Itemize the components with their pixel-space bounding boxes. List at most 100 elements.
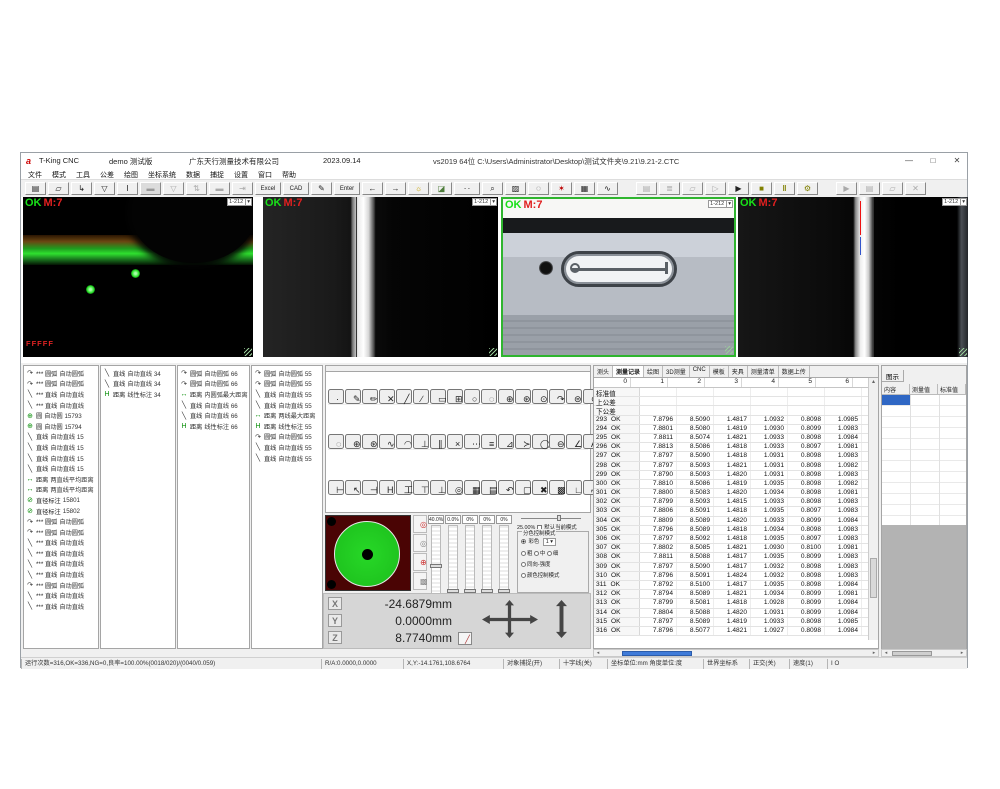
hatch-pattern-button[interactable]: ▨ xyxy=(505,182,526,195)
circle-item[interactable]: ⊕圆自动圆 15794 xyxy=(24,421,98,432)
column-header[interactable]: 6 xyxy=(816,378,853,387)
joystick-center[interactable] xyxy=(362,549,373,560)
measure-tool-icon[interactable]: ⊥ xyxy=(413,434,429,449)
curve-button[interactable]: ∿ xyxy=(597,182,618,195)
menu-item[interactable]: 窗口 xyxy=(258,170,272,179)
camera-view-2[interactable]: OKM:7 1-212▾ xyxy=(263,197,498,357)
measurement-row[interactable]: 302OK 7.8799 8.5093 1.4815 1.0933 0.8098… xyxy=(594,498,878,507)
lasso-button[interactable]: ◌ xyxy=(528,182,549,195)
measurement-row[interactable]: 313OK 7.8799 8.5081 1.4818 1.0928 0.8099… xyxy=(594,599,878,608)
slider-track[interactable] xyxy=(465,525,475,595)
menu-item[interactable]: 文件 xyxy=(28,170,42,179)
measure-tool-icon[interactable]: ⊣ xyxy=(362,480,378,495)
linear-dim-item[interactable]: H距离线性标注 55 xyxy=(252,421,322,432)
save-run-button[interactable]: ▤ xyxy=(636,182,657,195)
line-item[interactable]: ╲直线自动直线 55 xyxy=(252,389,322,400)
stop-button[interactable]: ■ xyxy=(751,182,772,195)
move-right-button[interactable]: ⇥ xyxy=(232,182,253,195)
measure-tool-icon[interactable]: ⊕ xyxy=(345,434,361,449)
image-view-button[interactable]: ◪ xyxy=(431,182,452,195)
tolerance-row[interactable]: 上公差 xyxy=(594,397,878,406)
measurement-row[interactable]: 311OK 7.8792 8.5100 1.4817 1.0935 0.8098… xyxy=(594,581,878,590)
level-mid-radio[interactable] xyxy=(534,551,539,556)
distance-item[interactable]: ↔距离两直线平均距离 xyxy=(24,474,98,485)
edge-probe-button[interactable]: I xyxy=(117,182,138,195)
surface-light-icon[interactable]: ▩ xyxy=(413,572,427,590)
tab-3d[interactable]: 3D测量 xyxy=(663,366,690,377)
color-radio[interactable] xyxy=(521,539,526,544)
lens-select-dropdown[interactable]: 1-212▾ xyxy=(942,198,967,206)
measure-tool-icon[interactable]: ∟ xyxy=(566,480,582,495)
open-report-button[interactable]: ▱ xyxy=(882,182,903,195)
scrollbar-thumb[interactable] xyxy=(622,651,692,656)
selected-cell[interactable] xyxy=(882,395,910,405)
menu-item[interactable]: 公差 xyxy=(100,170,114,179)
magnifier-button[interactable]: ⌕ xyxy=(482,182,503,195)
column-header[interactable]: 1 xyxy=(631,378,668,387)
cut-button[interactable]: ✕ xyxy=(905,182,926,195)
menu-item[interactable]: 绘图 xyxy=(124,170,138,179)
measure-tool-icon[interactable]: ▩ xyxy=(549,480,565,495)
measurement-row[interactable]: 306OK 7.8797 8.5092 1.4818 1.0935 0.8097… xyxy=(594,535,878,544)
channel-select-dropdown[interactable]: 1 ▾ xyxy=(543,538,556,546)
minus-minus-button[interactable]: - - xyxy=(454,182,480,195)
measurement-row[interactable]: 300OK 7.8810 8.5086 1.4819 1.0935 0.8098… xyxy=(594,480,878,489)
light-slider[interactable]: 0.0% xyxy=(445,515,461,595)
measure-tool-icon[interactable]: ◌ xyxy=(328,434,344,449)
tab-fixture[interactable]: 夹具 xyxy=(729,366,748,377)
measure-tool-icon[interactable]: ∥ xyxy=(430,434,446,449)
camera-view-3-active[interactable]: OKM:7 1-212▾ xyxy=(501,197,736,357)
tab-probe[interactable]: 测头 xyxy=(594,366,613,377)
play-to-end-button[interactable]: ▶ xyxy=(728,182,749,195)
measure-tool-icon[interactable]: ○ xyxy=(464,389,480,404)
tab-illustration[interactable]: 图示 xyxy=(882,370,904,382)
resize-grip[interactable] xyxy=(725,346,733,354)
measurement-row[interactable]: 294OK 7.8801 8.5080 1.4819 1.0930 0.8099… xyxy=(594,425,878,434)
line-item[interactable]: ╲直线自动直线 66 xyxy=(178,410,249,421)
excel-export-button[interactable]: Excel xyxy=(255,182,281,195)
measure-tool-icon[interactable]: ⊿ xyxy=(498,434,514,449)
distance-item[interactable]: ↔距离内圆弧最大距离 xyxy=(178,389,249,400)
open-run-button[interactable]: ▱ xyxy=(682,182,703,195)
measurement-row[interactable]: 315OK 7.8797 8.5089 1.4819 1.0933 0.8098… xyxy=(594,618,878,627)
z-updown-button[interactable]: ⇅ xyxy=(186,182,207,195)
arc-item[interactable]: ↷*** 圆弧自动圆弧 xyxy=(24,379,98,390)
enter-button[interactable]: Enter xyxy=(334,182,360,195)
line-item[interactable]: ╲直线自动直线 55 xyxy=(252,400,322,411)
measurement-row[interactable]: 305OK 7.8796 8.5089 1.4818 1.0934 0.8098… xyxy=(594,526,878,535)
measure-tool-icon[interactable]: × xyxy=(447,434,463,449)
arc-item[interactable]: ↷圆弧自动圆弧 55 xyxy=(252,379,322,390)
xy-joystick[interactable] xyxy=(325,515,411,591)
dither-button[interactable]: ▦ xyxy=(574,182,595,195)
measure-tool-icon[interactable]: ◯ xyxy=(532,434,548,449)
measure-tool-icon[interactable]: ▭ xyxy=(430,389,446,404)
line-item[interactable]: ╲直线自动直线 15 xyxy=(24,432,98,443)
measure-tool-icon[interactable]: ⊕ xyxy=(498,389,514,404)
menu-item[interactable]: 设置 xyxy=(234,170,248,179)
level-fine-radio[interactable] xyxy=(547,551,552,556)
minimize-button[interactable]: — xyxy=(901,156,917,169)
line-item[interactable]: ╲*** 直线自动直线 xyxy=(24,590,98,601)
measure-tool-icon[interactable]: ⊞ xyxy=(447,389,463,404)
column-header[interactable]: 4 xyxy=(742,378,779,387)
measure-tool-icon[interactable]: ⊥ xyxy=(430,480,446,495)
measure-tool-icon[interactable]: ⊖ xyxy=(549,434,565,449)
tab-record[interactable]: 测量记录 xyxy=(613,366,644,377)
level-coarse-radio[interactable] xyxy=(521,551,526,556)
back-light-icon[interactable]: ⊕ xyxy=(413,553,427,571)
menu-item[interactable]: 帮助 xyxy=(282,170,296,179)
measurement-row[interactable]: 299OK 7.8790 8.5093 1.4820 1.0931 0.8098… xyxy=(594,471,878,480)
measure-tool-icon[interactable]: ✖ xyxy=(532,480,548,495)
light-slider[interactable]: 40.0% xyxy=(428,515,444,595)
line-item[interactable]: ╲*** 直线自动直线 xyxy=(24,400,98,411)
measurement-row[interactable]: 301OK 7.8800 8.5083 1.4820 1.0934 0.8098… xyxy=(594,489,878,498)
arc-item[interactable]: ↷圆弧自动圆弧 55 xyxy=(252,368,322,379)
resize-grip[interactable] xyxy=(959,348,967,356)
line-item[interactable]: ╲直线自动直线 15 xyxy=(24,453,98,464)
menu-item[interactable]: 捕捉 xyxy=(210,170,224,179)
menu-item[interactable]: 坐标系统 xyxy=(148,170,176,179)
measure-tool-icon[interactable]: ⊛ xyxy=(362,434,378,449)
menu-item[interactable]: 工具 xyxy=(76,170,90,179)
menu-item[interactable]: 模式 xyxy=(52,170,66,179)
draw-pen-button[interactable]: ✎ xyxy=(311,182,332,195)
